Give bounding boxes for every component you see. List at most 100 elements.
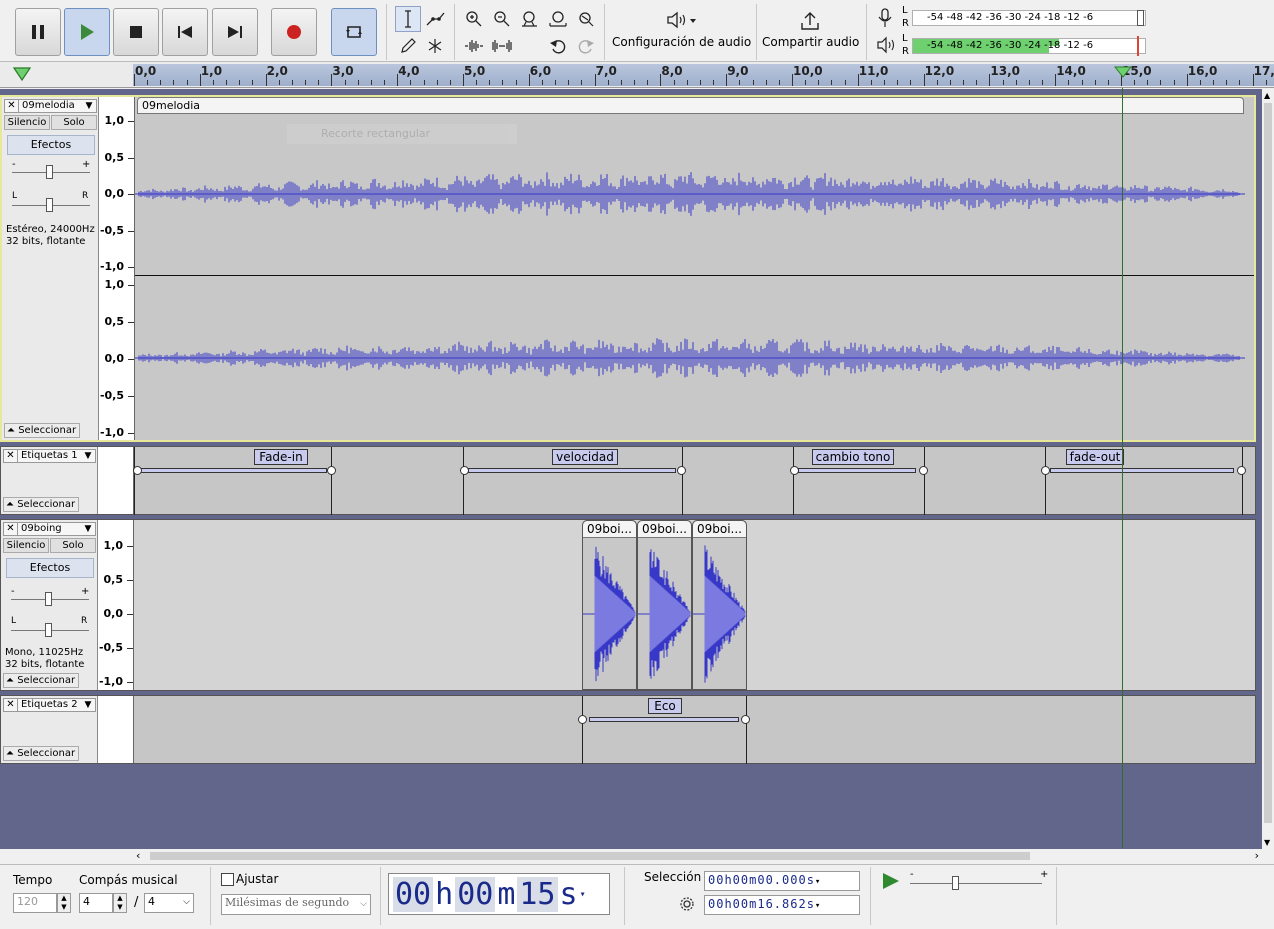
- loop-button[interactable]: [331, 8, 377, 56]
- collapse-icon[interactable]: ⏶: [6, 748, 14, 759]
- audio-clip[interactable]: 09boi...: [692, 520, 747, 690]
- label-end-handle[interactable]: [677, 466, 686, 475]
- snap-unit-select[interactable]: Milésimas de segundo ⌵: [221, 894, 371, 915]
- amplitude-ruler[interactable]: 1,0 0,5 0,0 -0,5 -1,0 1,0 0,5 0,0 -0,5 -1,0: [99, 97, 135, 440]
- label-start-handle[interactable]: [1041, 466, 1050, 475]
- effects-button[interactable]: Efectos: [7, 135, 95, 155]
- recording-meter[interactable]: -54 -48 -42 -36 -30 -24 -18 -12 -6: [912, 10, 1146, 26]
- label-start-handle[interactable]: [133, 466, 142, 475]
- pan-slider[interactable]: LR: [1, 616, 98, 637]
- label-fade-in[interactable]: Fade-in: [254, 449, 308, 465]
- solo-button[interactable]: Solo: [51, 115, 97, 130]
- share-audio-button[interactable]: Compartir audio: [762, 6, 859, 56]
- gain-slider[interactable]: - +: [1, 586, 98, 606]
- rec-meter-slider[interactable]: [1137, 10, 1144, 26]
- track-name-menu[interactable]: ✕ 09melodia ▼: [4, 99, 97, 113]
- gain-thumb[interactable]: [46, 165, 53, 179]
- waveform-area[interactable]: 09boi... 09boi... 09boi...: [134, 520, 1255, 690]
- close-track-icon[interactable]: ✕: [5, 100, 19, 112]
- trim-audio-button[interactable]: [461, 33, 487, 59]
- audio-track-melodia[interactable]: ✕ 09melodia ▼ Silencio Solo Efectos - + LR …: [0, 95, 1256, 442]
- label-track-1[interactable]: ✕ Etiquetas 1 ▼ ⏶ Seleccionar Fade-in velo…: [0, 446, 1256, 515]
- time-format-dropdown-icon[interactable]: ▾: [580, 889, 586, 900]
- audio-clip[interactable]: 09boi...: [582, 520, 637, 690]
- audio-track-boing[interactable]: ✕ 09boing ▼ Silencio Solo Efectos - + LR Mo…: [0, 519, 1256, 691]
- waveform-area[interactable]: 09melodia Recorte rectangular: [135, 97, 1254, 440]
- play-speed-slider[interactable]: - +: [906, 869, 1048, 893]
- label-range[interactable]: [798, 468, 916, 473]
- collapse-icon[interactable]: ⏶: [7, 425, 15, 436]
- audio-clip[interactable]: 09boi...: [637, 520, 692, 690]
- horizontal-scrollbar[interactable]: ‹ ›: [133, 849, 1262, 863]
- snap-checkbox[interactable]: [221, 873, 234, 886]
- timeline-options-icon[interactable]: [13, 66, 31, 82]
- stop-button[interactable]: [113, 8, 159, 56]
- multi-tool[interactable]: [422, 33, 448, 59]
- tempo-spinner[interactable]: ▲ ▼: [57, 893, 71, 913]
- time-display[interactable]: 00 h 00 m 15 s ▾: [388, 873, 610, 915]
- track-menu-icon[interactable]: ▼: [82, 100, 96, 112]
- selection-end-time[interactable]: 00h00m16.862s▾: [704, 895, 860, 915]
- envelope-tool[interactable]: [422, 6, 448, 32]
- selection-settings-gear-icon[interactable]: [680, 897, 694, 911]
- track-name-menu[interactable]: ✕ Etiquetas 2 ▼: [3, 698, 96, 712]
- audio-setup-button[interactable]: Configuración de audio: [612, 6, 751, 56]
- clip-name[interactable]: 09boi...: [638, 521, 691, 538]
- track-name-menu[interactable]: ✕ Etiquetas 1 ▼: [3, 449, 96, 463]
- clip-name[interactable]: 09boi...: [583, 521, 636, 538]
- scroll-left-icon[interactable]: ‹: [136, 849, 140, 862]
- time-sig-denominator[interactable]: 4 ⌵: [144, 893, 194, 913]
- select-track-button[interactable]: ⏶ Seleccionar: [3, 746, 79, 761]
- track-name-menu[interactable]: ✕ 09boing ▼: [3, 522, 96, 536]
- mute-button[interactable]: Silencio: [3, 538, 49, 553]
- label-start-handle[interactable]: [578, 715, 587, 724]
- amplitude-ruler[interactable]: 1,0 0,5 0,0 -0,5 -1,0: [98, 520, 134, 690]
- label-end-handle[interactable]: [741, 715, 750, 724]
- hscroll-thumb[interactable]: [150, 852, 1030, 860]
- tempo-field[interactable]: 120: [13, 893, 57, 913]
- record-button[interactable]: [271, 8, 317, 56]
- playback-meter[interactable]: -54 -48 -42 -36 -30 -24 -18 -12 -6: [912, 38, 1146, 54]
- time-sig-numerator[interactable]: 4: [79, 893, 113, 913]
- microphone-icon[interactable]: [876, 8, 896, 28]
- clip-header[interactable]: 09melodia: [137, 97, 1244, 114]
- silence-audio-button[interactable]: [489, 33, 515, 59]
- timeline-ruler[interactable]: 0,0 1,0 2,0 3,0 4,0 5,0 6,0 7,0 8,0 9,0 10,0 11,0 12…: [0, 62, 1274, 88]
- vertical-scrollbar[interactable]: ▲ ▼: [1262, 89, 1274, 849]
- gain-slider[interactable]: - +: [2, 159, 99, 179]
- scroll-down-icon[interactable]: ▼: [1264, 838, 1270, 847]
- collapse-icon[interactable]: ⏶: [6, 675, 14, 686]
- label-start-handle[interactable]: [790, 466, 799, 475]
- collapse-icon[interactable]: ⏶: [6, 499, 14, 510]
- gain-thumb[interactable]: [45, 592, 52, 606]
- label-end-handle[interactable]: [1237, 466, 1246, 475]
- close-track-icon[interactable]: ✕: [4, 523, 18, 535]
- mute-button[interactable]: Silencio: [4, 115, 50, 130]
- pause-button[interactable]: [15, 8, 61, 56]
- scroll-up-icon[interactable]: ▲: [1264, 91, 1270, 100]
- effects-button[interactable]: Efectos: [6, 558, 94, 578]
- label-velocidad[interactable]: velocidad: [552, 449, 618, 465]
- label-area[interactable]: Fade-in velocidad cambio tono fade-out: [133, 447, 1255, 515]
- label-range[interactable]: [589, 717, 739, 722]
- numerator-spinner[interactable]: ▲ ▼: [113, 893, 127, 913]
- label-cambio-tono[interactable]: cambio tono: [812, 449, 894, 465]
- label-end-handle[interactable]: [327, 466, 336, 475]
- scroll-right-icon[interactable]: ›: [1255, 849, 1259, 862]
- label-range[interactable]: [1050, 468, 1234, 473]
- zoom-in-button[interactable]: [461, 6, 487, 32]
- playhead-marker-icon[interactable]: [1114, 66, 1132, 78]
- track-menu-icon[interactable]: ▼: [81, 699, 95, 711]
- vscroll-thumb[interactable]: [1264, 103, 1272, 823]
- select-track-button[interactable]: ⏶ Seleccionar: [3, 497, 79, 512]
- fit-project-button[interactable]: [545, 6, 571, 32]
- close-track-icon[interactable]: ✕: [4, 699, 18, 711]
- track-menu-icon[interactable]: ▼: [81, 450, 95, 462]
- selection-start-time[interactable]: 00h00m00.000s▾: [704, 871, 860, 891]
- label-range[interactable]: [468, 468, 676, 473]
- redo-button[interactable]: [573, 33, 599, 59]
- selection-tool[interactable]: [395, 6, 421, 32]
- play-button[interactable]: [64, 8, 110, 56]
- select-track-button[interactable]: ⏶ Seleccionar: [3, 673, 79, 688]
- solo-button[interactable]: Solo: [50, 538, 96, 553]
